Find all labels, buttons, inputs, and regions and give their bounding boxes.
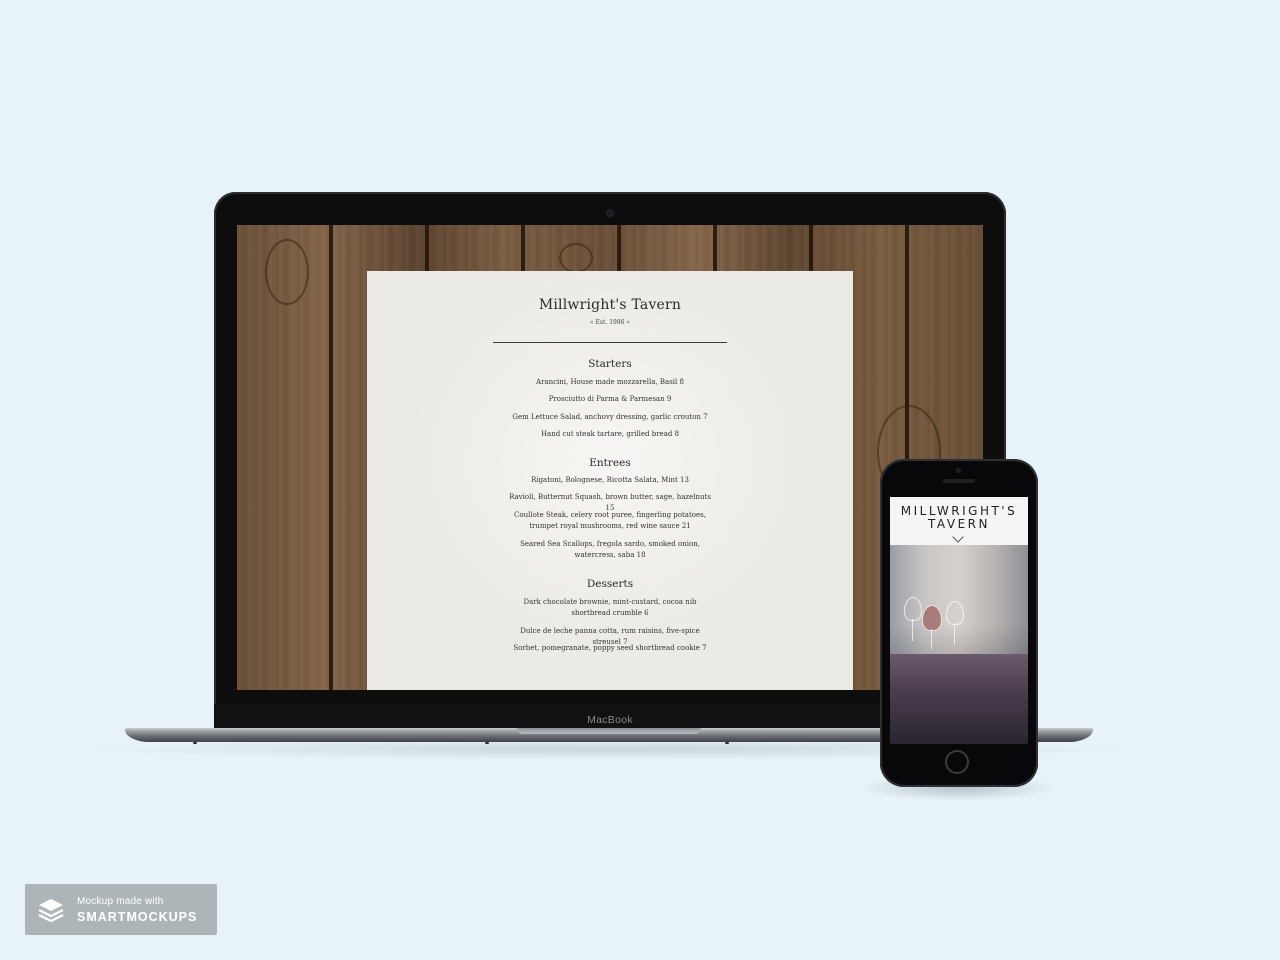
- menu-item: Gem Lettuce Salad, anchovy dressing, gar…: [512, 413, 708, 421]
- wine-glass-icon: [946, 601, 964, 625]
- phone-site-title[interactable]: MILLWRIGHT'S TAVERN: [890, 505, 1028, 531]
- menu-item: Rigatoni, Bolognese, Ricotta Salata, Min…: [531, 476, 689, 484]
- wine-glass-icon: [904, 597, 922, 621]
- chevron-down-icon[interactable]: [952, 531, 964, 543]
- menu-item: Prosciutto di Parma & Parmesan 9: [548, 395, 672, 403]
- phone-camera-icon: [956, 468, 961, 473]
- menu-card: Millwright's Tavern « Est. 1986 » Starte…: [367, 271, 853, 690]
- badge-brand-text: SMARTMOCKUPS: [77, 910, 198, 924]
- badge-small-text: Mockup made with: [77, 896, 164, 907]
- smartmockups-badge: Mockup made with SMARTMOCKUPS: [25, 884, 217, 935]
- section-title-desserts: Desserts: [586, 578, 634, 590]
- menu-item: Arancini, House made mozzarella, Basil 8: [536, 378, 684, 386]
- laptop-foot: [725, 742, 729, 744]
- laptop-notch: [517, 728, 701, 734]
- restaurant-photo: [890, 545, 1028, 744]
- menu-item: Coullote Steak, celery root puree, finge…: [514, 511, 706, 530]
- menu-item: Seared Sea Scallops, fregola sardo, smok…: [520, 540, 700, 559]
- menu-title: Millwright's Tavern: [538, 297, 682, 313]
- section-title-entrees: Entrees: [589, 457, 631, 469]
- menu-item: Hand cut steak tartare, grilled bread 8: [540, 430, 680, 438]
- menu-item: Sorbet, pomegranate, poppy seed shortbre…: [513, 644, 707, 652]
- wood-knot: [559, 243, 593, 273]
- wine-glass-icon: [922, 605, 942, 631]
- phone-header: MILLWRIGHT'S TAVERN: [890, 497, 1028, 545]
- glass-stem: [912, 619, 913, 641]
- home-button[interactable]: [945, 750, 969, 774]
- glass-stem: [954, 623, 955, 645]
- phone-speaker: [943, 479, 975, 483]
- laptop-foot: [193, 742, 197, 744]
- menu-established: « Est. 1986 »: [589, 319, 631, 326]
- glass-stem: [931, 629, 932, 649]
- phone-mockup: MILLWRIGHT'S TAVERN: [880, 459, 1038, 787]
- laptop-screen: Millwright's Tavern « Est. 1986 » Starte…: [237, 225, 983, 690]
- section-title-starters: Starters: [588, 358, 632, 370]
- camera-icon: [607, 210, 613, 216]
- phone-title-line-2: TAVERN: [928, 517, 990, 531]
- wood-knot: [265, 239, 309, 305]
- menu-item: Dark chocolate brownie, mint-custard, co…: [523, 598, 697, 617]
- laptop-foot: [485, 742, 489, 744]
- layers-icon: [38, 899, 64, 923]
- phone-screen: MILLWRIGHT'S TAVERN: [890, 497, 1028, 744]
- table-surface: [890, 654, 1028, 744]
- menu-divider: [493, 342, 727, 343]
